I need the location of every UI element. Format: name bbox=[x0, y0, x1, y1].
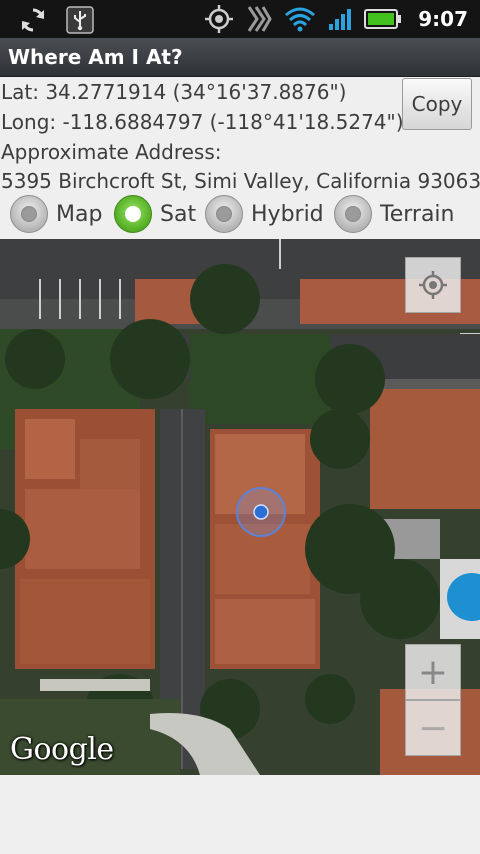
copy-button[interactable]: Copy bbox=[402, 78, 472, 130]
current-location-marker-icon bbox=[236, 487, 286, 537]
satellite-map[interactable]: + − Google bbox=[0, 239, 480, 775]
radio-terrain[interactable]: Terrain bbox=[334, 195, 454, 233]
map-type-radio-group: Map Sat Hybrid Terrain bbox=[0, 195, 480, 241]
radio-hybrid[interactable]: Hybrid bbox=[205, 195, 324, 233]
google-attribution-logo: Google bbox=[10, 732, 114, 767]
radio-button-checked-icon bbox=[114, 195, 152, 233]
signal-icon bbox=[248, 6, 272, 32]
zoom-in-button[interactable]: + bbox=[405, 644, 461, 700]
battery-icon bbox=[364, 9, 402, 29]
sync-icon bbox=[22, 8, 44, 32]
radio-label: Map bbox=[56, 201, 103, 227]
radio-button-icon bbox=[205, 195, 243, 233]
radio-map[interactable]: Map bbox=[10, 195, 102, 233]
longitude-text: Long: -118.6884797 (-118°41'18.5274") bbox=[1, 110, 404, 134]
radio-button-icon bbox=[334, 195, 372, 233]
zoom-out-button[interactable]: − bbox=[405, 700, 461, 756]
radio-label: Hybrid bbox=[251, 201, 324, 227]
address-label: Approximate Address: bbox=[1, 140, 222, 164]
wifi-icon bbox=[285, 7, 316, 32]
bottom-blank-area bbox=[0, 775, 480, 854]
crosshair-icon bbox=[419, 271, 447, 299]
gps-icon bbox=[205, 5, 234, 33]
cell-signal-icon bbox=[329, 9, 352, 30]
usb-icon bbox=[66, 6, 94, 34]
radio-label: Terrain bbox=[380, 201, 455, 227]
clock: 9:07 bbox=[418, 7, 468, 31]
app-title: Where Am I At? bbox=[8, 45, 183, 69]
radio-sat[interactable]: Sat bbox=[114, 195, 196, 233]
latitude-text: Lat: 34.2771914 (34°16'37.8876") bbox=[1, 80, 347, 104]
address-text: 5395 Birchcroft St, Simi Valley, Califor… bbox=[1, 169, 480, 193]
location-info-panel: Lat: 34.2771914 (34°16'37.8876") Long: -… bbox=[0, 77, 480, 239]
my-location-button[interactable] bbox=[405, 257, 461, 313]
status-bar: 9:07 bbox=[0, 0, 480, 38]
app-title-bar: Where Am I At? bbox=[0, 38, 480, 77]
radio-label: Sat bbox=[160, 201, 197, 227]
radio-button-icon bbox=[10, 195, 48, 233]
